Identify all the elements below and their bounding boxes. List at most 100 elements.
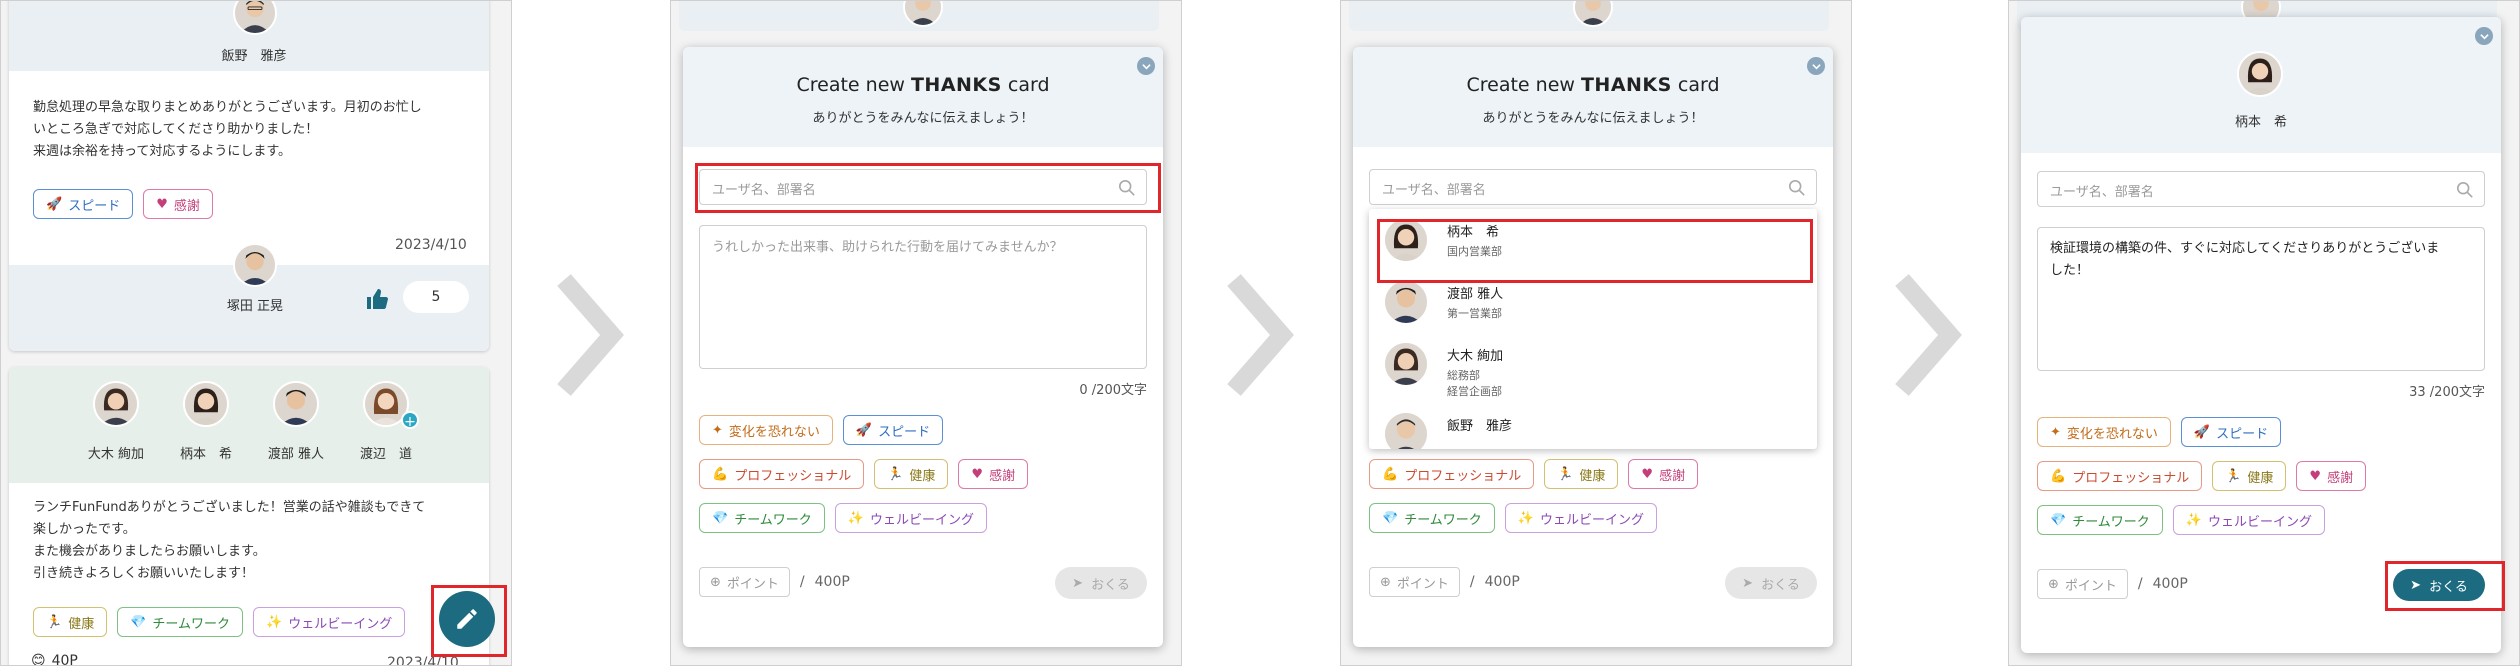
tag-thanks[interactable]: ♥ 感謝 xyxy=(958,459,1029,489)
avatar xyxy=(273,381,319,427)
thumbs-up-icon[interactable] xyxy=(365,287,389,311)
heart-icon: ♥ xyxy=(971,466,984,482)
tag-teamwork[interactable]: 💎 チームワーク xyxy=(2037,505,2163,535)
rocket-icon: 🚀 xyxy=(855,422,873,438)
avatar xyxy=(183,381,229,427)
point-row: ⊕ ポイント / 400P xyxy=(699,567,850,597)
value-tags-row: 💎 チームワーク ✨ ウェルビーイング xyxy=(2037,505,2326,535)
avatar xyxy=(1383,279,1429,325)
tag-wellbeing[interactable]: ✨ ウェルビーイング xyxy=(1504,503,1658,533)
thanks-card[interactable]: + 大木 絢加 柄本 希 渡部 雅人 渡辺 道 ランチFunFundありがとうご… xyxy=(9,367,489,665)
avatar xyxy=(1573,1,1613,27)
chevron-down-icon xyxy=(1811,63,1821,69)
tag-professional[interactable]: 💪 プロフェッショナル xyxy=(699,459,865,489)
message-textarea[interactable]: 検証環境の構築の件、すぐに対応してくださりありがとうございま した！ xyxy=(2037,227,2485,371)
card-footer: 塚田 正晃 5 xyxy=(9,243,489,351)
recipient-name: 渡部 雅人 xyxy=(267,447,325,462)
heart-icon: ♥ xyxy=(156,196,168,212)
tag-teamwork[interactable]: 💎 チームワーク xyxy=(699,503,825,533)
write-message-step: 柄本 希 ユーザ名、部署名 検証環境の構築の件、すぐに対応してくださりありがとう… xyxy=(2008,0,2520,666)
tag-change[interactable]: ✦ 変化を恐れない xyxy=(2037,417,2171,447)
point-input[interactable]: ⊕ ポイント xyxy=(1369,567,1460,597)
tag-wellbeing[interactable]: ✨ ウェルビーイング xyxy=(834,503,988,533)
value-tags-row: 💎 チームワーク ✨ ウェルビーイング xyxy=(699,503,988,533)
timeline-panel: 飯野 雅彦 勤怠処理の早急な取りまとめありがとうございます。月初のお忙し いとこ… xyxy=(0,0,512,666)
tag-health[interactable]: 🏃 健康 xyxy=(1544,459,1619,489)
user-search-input[interactable]: ユーザ名、部署名 xyxy=(2037,171,2485,207)
tag-professional[interactable]: 💪 プロフェッショナル xyxy=(1369,459,1535,489)
tag-teamwork[interactable]: 💎 チームワーク xyxy=(1369,503,1495,533)
coin-icon: ⊕ xyxy=(2048,576,2059,592)
send-icon: ➤ xyxy=(1742,575,1754,591)
send-icon: ➤ xyxy=(1072,575,1084,591)
sparkle-icon: ✦ xyxy=(712,422,723,438)
search-icon xyxy=(1788,179,1805,196)
tag-wellbeing[interactable]: ✨ ウェルビーイング xyxy=(2172,505,2326,535)
value-tags-row: ✦ 変化を恐れない 🚀 スピード xyxy=(2037,417,2282,447)
tag-thanks: ♥ 感謝 xyxy=(143,189,213,219)
point-row: ⊕ ポイント / 400P xyxy=(2037,569,2188,599)
search-icon xyxy=(2456,181,2473,198)
value-tags-row: ✦ 変化を恐れない 🚀 スピード xyxy=(699,415,944,445)
tag-speed[interactable]: 🚀 スピード xyxy=(842,415,944,445)
chevron-down-icon xyxy=(1141,63,1151,69)
muscle-icon: 💪 xyxy=(2050,468,2067,484)
thanks-card[interactable]: 飯野 雅彦 勤怠処理の早急な取りまとめありがとうございます。月初のお忙し いとこ… xyxy=(9,1,489,351)
avatar xyxy=(93,381,139,427)
highlight-box xyxy=(2385,561,2505,611)
tag-health[interactable]: 🏃 健康 xyxy=(2212,461,2287,491)
coin-icon: ⊕ xyxy=(710,574,721,590)
highlight-box xyxy=(431,585,507,657)
tag-thanks[interactable]: ♥ 感謝 xyxy=(1628,459,1699,489)
chevron-down-icon xyxy=(2479,33,2489,39)
collapse-button[interactable] xyxy=(1807,57,1825,75)
heart-icon: ♥ xyxy=(1641,466,1654,482)
collapse-button[interactable] xyxy=(2475,27,2493,45)
highlight-box xyxy=(695,163,1161,213)
sparkle-icon: ✨ xyxy=(266,614,283,630)
sender-name: 塚田 正晃 xyxy=(226,299,284,314)
tag-health[interactable]: 🏃 健康 xyxy=(874,459,949,489)
avatar xyxy=(903,1,943,27)
create-thanks-modal: Create new THANKS card ありがとうをみんなに伝えましょう！… xyxy=(683,47,1163,647)
value-tags-row: 💎 チームワーク ✨ ウェルビーイング xyxy=(1369,503,1658,533)
card-date: 2023/4/10 xyxy=(395,237,467,253)
sender-avatar xyxy=(233,243,277,287)
tag-professional[interactable]: 💪 プロフェッショナル xyxy=(2037,461,2203,491)
create-thanks-modal: 柄本 希 ユーザ名、部署名 検証環境の構築の件、すぐに対応してくださりありがとう… xyxy=(2021,17,2501,653)
step-arrow-icon xyxy=(1224,270,1294,400)
muscle-icon: 💪 xyxy=(1382,466,1399,482)
tag-speed[interactable]: 🚀 スピード xyxy=(2180,417,2282,447)
tag-change[interactable]: ✦ 変化を恐れない xyxy=(699,415,833,445)
collapse-button[interactable] xyxy=(1137,57,1155,75)
recipient-name: 柄本 希 xyxy=(179,447,232,462)
message-textarea[interactable]: うれしかった出来事、助けられた行動を届けてみませんか？ xyxy=(699,225,1147,369)
selected-user-avatar xyxy=(2237,51,2283,97)
gem-icon: 💎 xyxy=(2050,512,2067,528)
suggestion-item[interactable]: 飯野 雅彦 xyxy=(1369,403,1817,449)
avatar xyxy=(233,1,277,35)
tag-thanks[interactable]: ♥ 感謝 xyxy=(2296,461,2367,491)
sparkle-icon: ✨ xyxy=(847,510,864,526)
char-counter: 0 /200文字 xyxy=(1079,383,1147,398)
card-tags: 🚀 スピード ♥ 感謝 xyxy=(33,189,213,219)
modal-title: Create new THANKS card xyxy=(1466,74,1720,96)
like-count: 5 xyxy=(403,281,469,313)
suggestion-item[interactable]: 大木 絢加 総務部 経営企画部 xyxy=(1369,333,1817,399)
point-input[interactable]: ⊕ ポイント xyxy=(2037,569,2128,599)
card-tags: 🏃 健康 💎 チームワーク ✨ ウェルビーイング xyxy=(33,607,406,637)
sparkle-icon: ✦ xyxy=(2050,424,2061,440)
avatar xyxy=(1383,341,1429,387)
send-button[interactable]: ➤ おくる xyxy=(1055,567,1147,599)
value-tags-row: 💪 プロフェッショナル 🏃 健康 ♥ 感謝 xyxy=(699,459,1029,489)
recipient-name: 飯野 雅彦 xyxy=(221,49,287,64)
avatar xyxy=(1383,411,1429,449)
max-points: 400P xyxy=(2152,576,2188,592)
create-card-step: Create new THANKS card ありがとうをみんなに伝えましょう！… xyxy=(670,0,1182,666)
tag-teamwork: 💎 チームワーク xyxy=(117,607,244,637)
user-search-input[interactable]: ユーザ名、部署名 xyxy=(1369,169,1817,205)
point-input[interactable]: ⊕ ポイント xyxy=(699,567,790,597)
max-points: 400P xyxy=(814,574,850,590)
send-button[interactable]: ➤ おくる xyxy=(1725,567,1817,599)
runner-icon: 🏃 xyxy=(2225,468,2242,484)
